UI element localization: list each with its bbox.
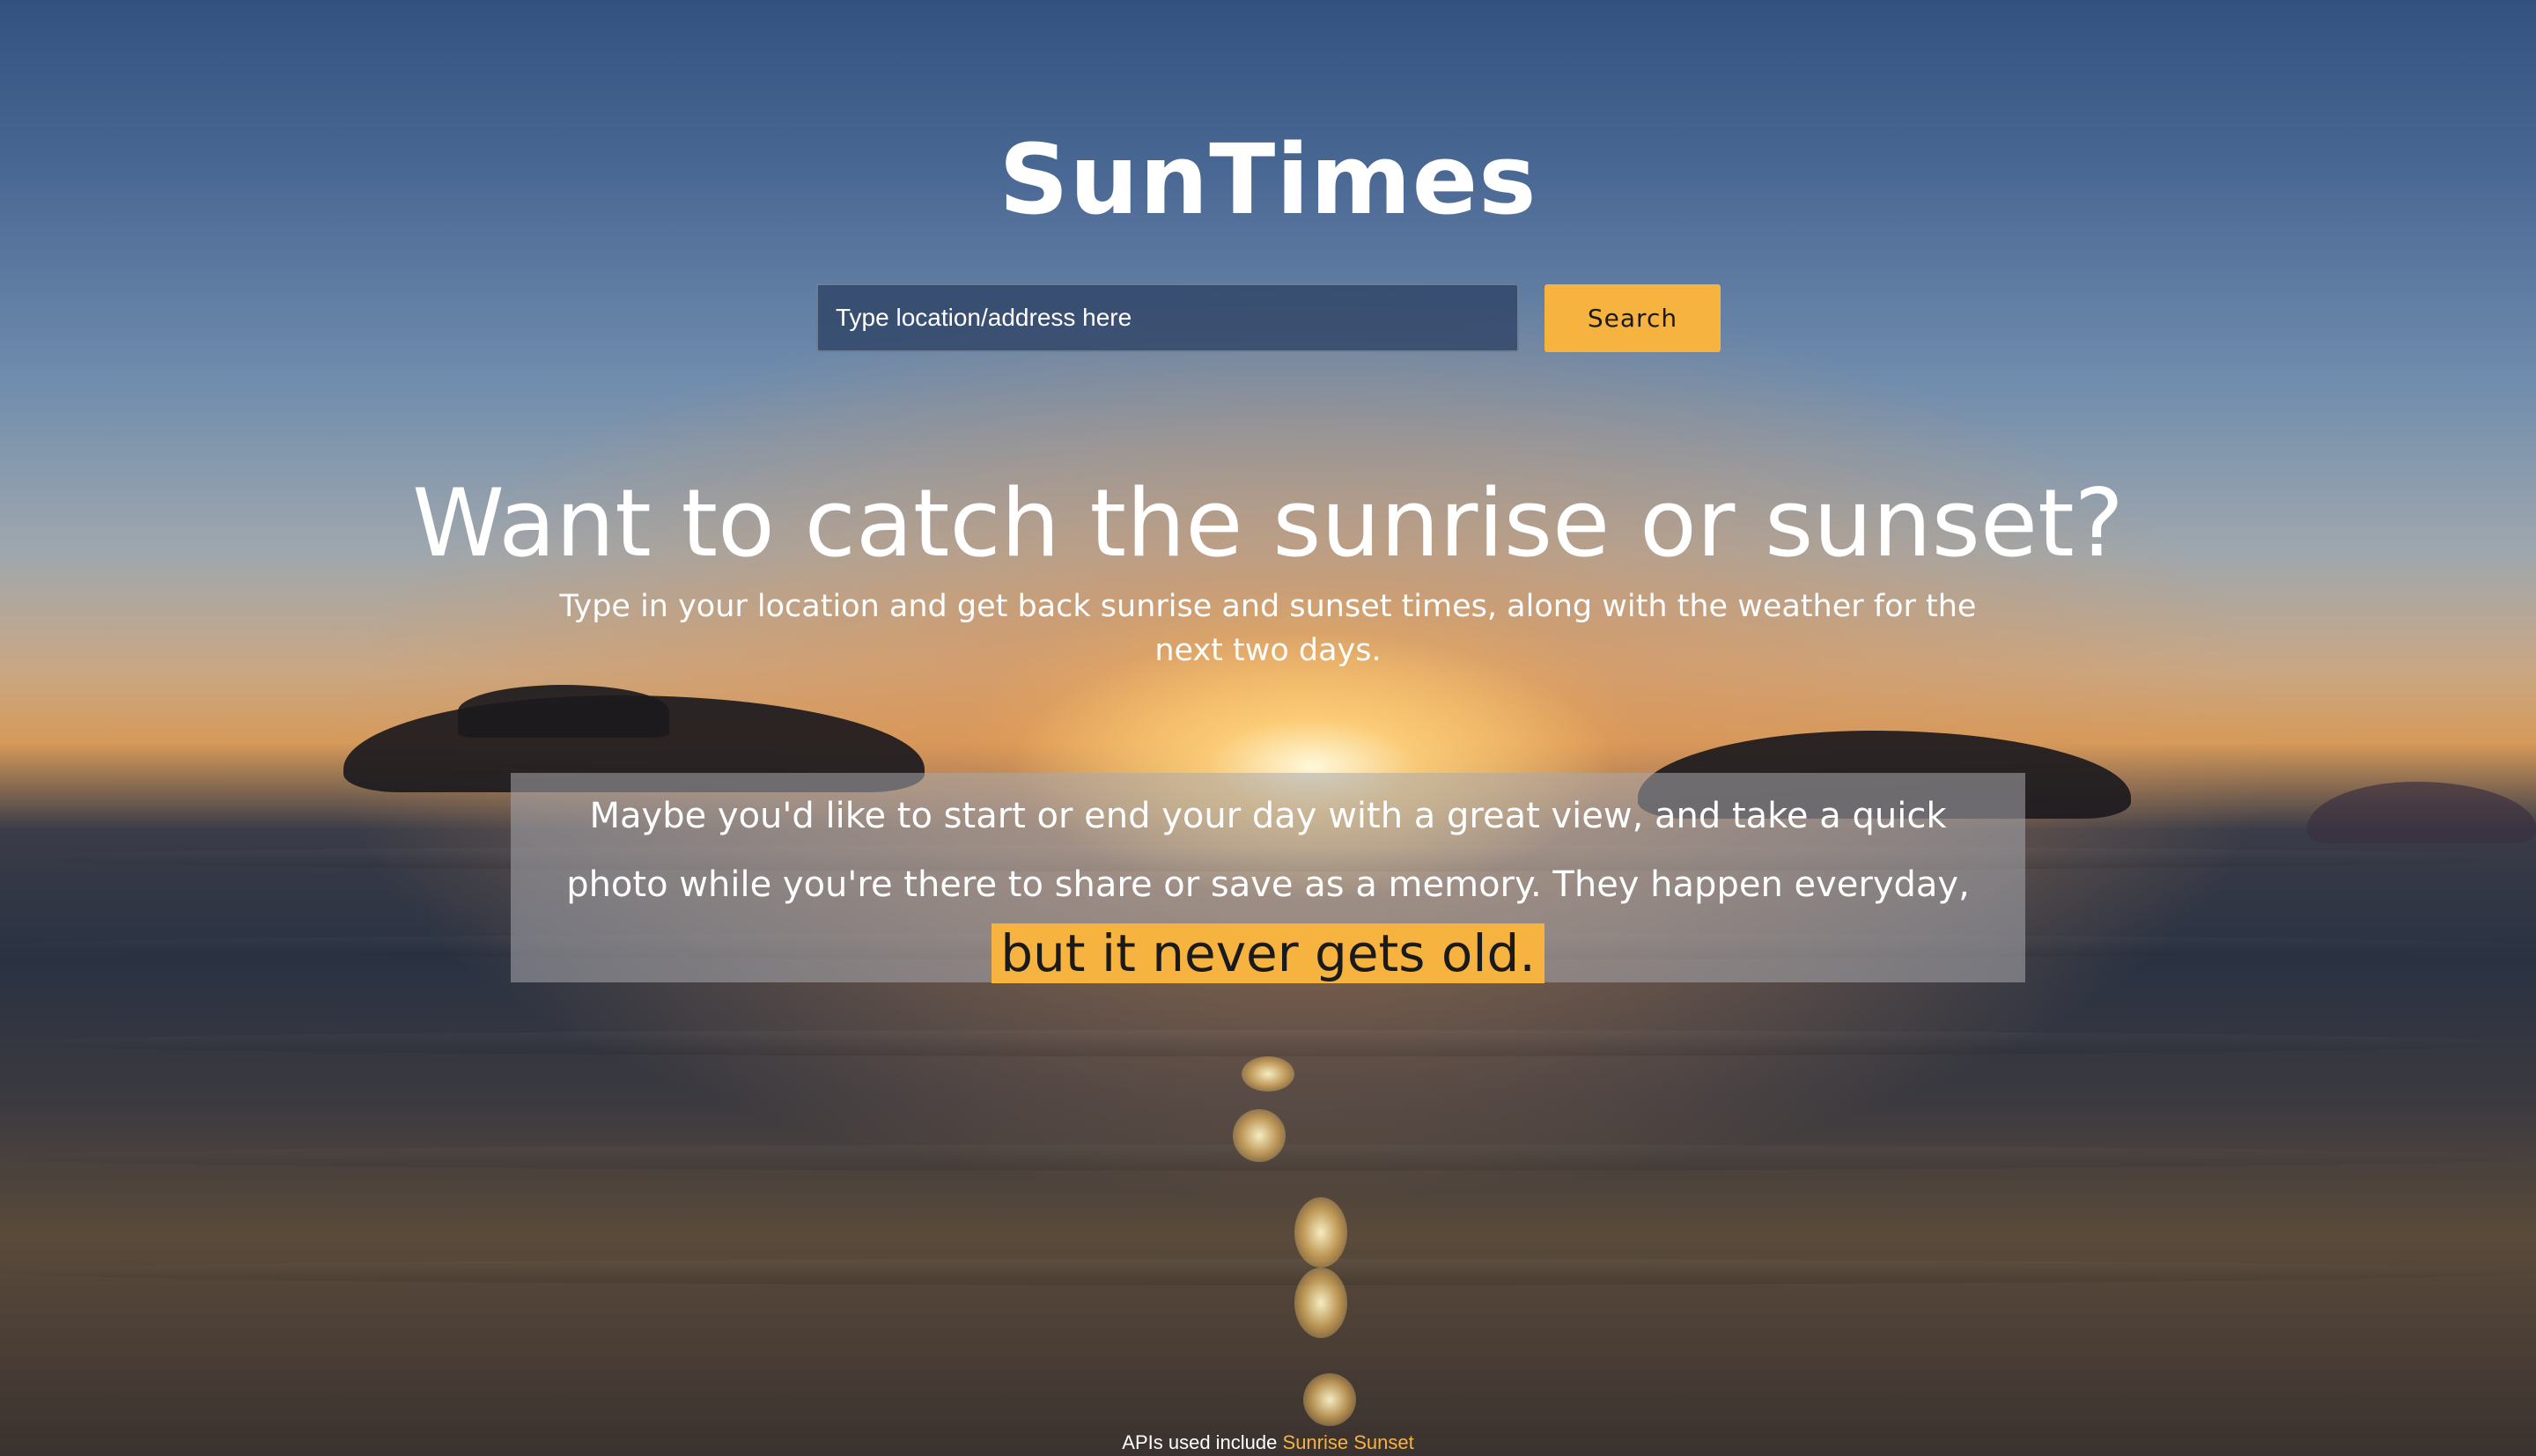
footer: APIs used include Sunrise Sunset xyxy=(0,1431,2536,1454)
background-island-left-peak xyxy=(458,685,669,738)
sun-reflection xyxy=(1294,1197,1347,1268)
app-title: SunTimes xyxy=(999,123,1537,236)
background-island-far-right xyxy=(2307,782,2536,843)
search-button[interactable]: Search xyxy=(1544,284,1721,352)
sun-reflection xyxy=(1242,1056,1294,1092)
background-wave xyxy=(0,1259,2536,1285)
sun-reflection xyxy=(1303,1373,1356,1426)
sunrise-sunset-api-link[interactable]: Sunrise Sunset xyxy=(1283,1431,1414,1453)
hero-headline: Want to catch the sunrise or sunset? xyxy=(412,469,2124,577)
quote-text: Maybe you'd like to start or end your da… xyxy=(566,796,1970,905)
sun-reflection xyxy=(1294,1268,1347,1338)
footer-prefix: APIs used include xyxy=(1122,1431,1278,1453)
quote-highlight: but it never gets old. xyxy=(992,923,1544,983)
quote-box: Maybe you'd like to start or end your da… xyxy=(511,773,2025,983)
background-wave xyxy=(0,1030,2536,1056)
location-search-input[interactable] xyxy=(816,283,1519,352)
sun-reflection xyxy=(1233,1109,1286,1162)
hero-subtitle: Type in your location and get back sunri… xyxy=(559,589,1977,668)
